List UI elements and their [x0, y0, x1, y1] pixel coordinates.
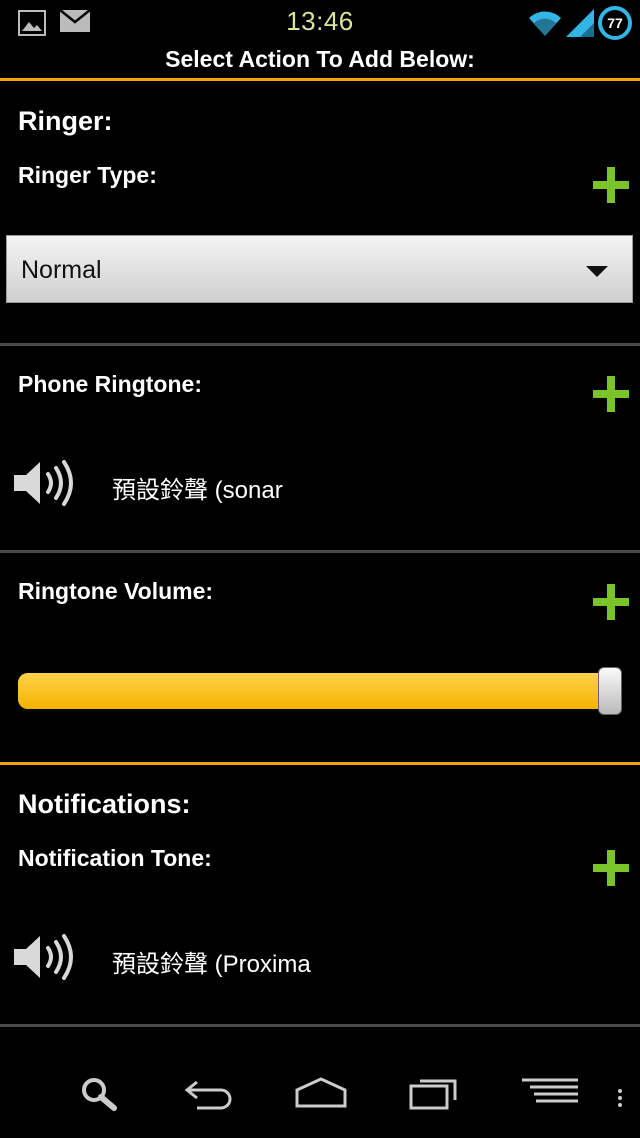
screen-title: Select Action To Add Below: — [165, 46, 475, 72]
add-ringer-type-button[interactable] — [593, 167, 629, 203]
header-divider — [0, 78, 640, 81]
phone-ringtone-value[interactable]: 預設鈴聲 (sonar — [112, 470, 283, 505]
speaker-icon[interactable] — [12, 932, 76, 982]
slider-thumb[interactable] — [597, 667, 622, 715]
ringer-type-dropdown[interactable]: Normal — [6, 235, 633, 303]
notification-tone-divider — [0, 1024, 640, 1027]
ringtone-volume-label: Ringtone Volume: — [18, 578, 214, 604]
screen: 13:46 77 Select Action To Add Below: Rin… — [0, 0, 640, 1138]
slider-fill — [18, 673, 610, 709]
search-icon[interactable] — [80, 1076, 118, 1112]
status-right: 77 — [528, 6, 632, 40]
ringer-type-divider — [0, 343, 640, 346]
ringer-type-value: Normal — [21, 256, 102, 284]
notification-tone-label: Notification Tone: — [18, 845, 212, 871]
home-icon[interactable] — [294, 1076, 348, 1108]
speaker-icon[interactable] — [12, 458, 76, 508]
add-phone-ringtone-button[interactable] — [593, 376, 629, 412]
add-notification-tone-button[interactable] — [593, 850, 629, 886]
battery-level: 77 — [607, 15, 623, 31]
ringer-section-divider — [0, 762, 640, 765]
navigation-bar — [0, 1050, 640, 1138]
wifi-icon — [529, 11, 561, 36]
screen-title-bar: Select Action To Add Below: — [0, 46, 640, 80]
battery-icon: 77 — [598, 6, 632, 40]
recent-apps-icon[interactable] — [408, 1076, 460, 1110]
ringer-type-label: Ringer Type: — [18, 162, 157, 188]
ringer-section-title: Ringer: — [18, 106, 113, 136]
back-icon[interactable] — [183, 1076, 235, 1110]
overflow-icon[interactable] — [616, 1088, 624, 1108]
signal-icon — [566, 9, 594, 37]
notification-tone-value[interactable]: 預設鈴聲 (Proxima — [112, 944, 311, 979]
ringtone-volume-slider[interactable] — [18, 667, 622, 715]
phone-ringtone-label: Phone Ringtone: — [18, 371, 202, 397]
menu-icon[interactable] — [520, 1076, 580, 1106]
dropdown-arrow-icon — [586, 266, 608, 277]
add-ringtone-volume-button[interactable] — [593, 584, 629, 620]
notifications-section-title: Notifications: — [18, 789, 191, 819]
status-bar: 13:46 77 — [0, 0, 640, 46]
phone-ringtone-divider — [0, 550, 640, 553]
